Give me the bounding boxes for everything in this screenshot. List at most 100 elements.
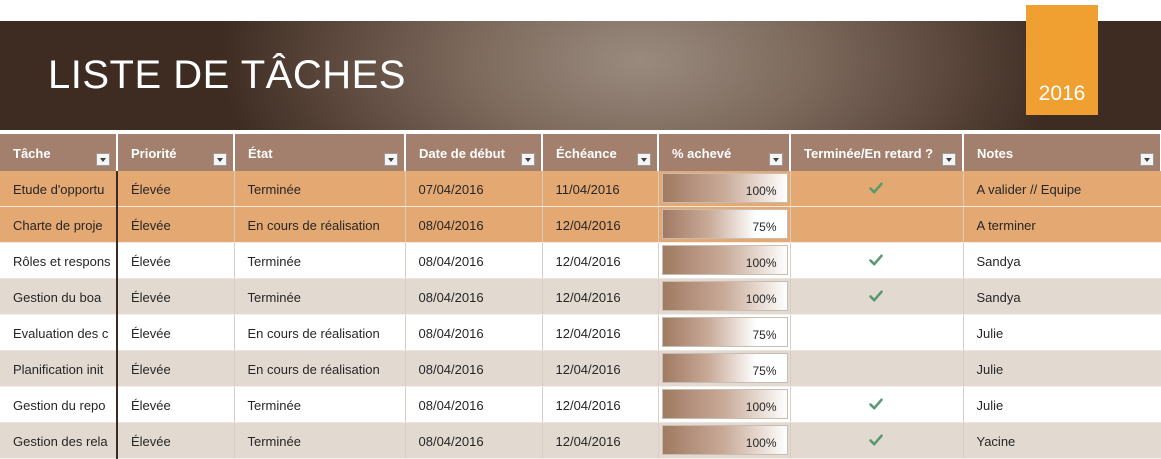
cell-notes[interactable]: Julie	[963, 386, 1161, 423]
filter-dropdown-icon[interactable]	[769, 153, 783, 166]
checkmark-icon	[868, 396, 884, 412]
task-table: Tâche Priorité État Date de début Échéan…	[0, 134, 1161, 459]
progress-bar: 100%	[661, 281, 788, 311]
cell-start-date[interactable]: 08/04/2016	[405, 386, 543, 423]
cell-percent-complete[interactable]: 75%	[658, 314, 791, 351]
progress-fill	[662, 318, 756, 346]
cell-due-date[interactable]: 12/04/2016	[542, 314, 659, 351]
table-row: Charte de proje Élevée En cours de réalisa…	[0, 206, 1161, 243]
filter-dropdown-icon[interactable]	[1140, 153, 1154, 166]
cell-task[interactable]: Charte de proje	[0, 206, 118, 243]
cell-notes[interactable]: Yacine	[963, 422, 1161, 459]
filter-dropdown-icon[interactable]	[213, 153, 227, 166]
progress-bar: 100%	[661, 425, 788, 455]
progress-bar: 75%	[661, 317, 788, 347]
header-percent-complete: % achevé	[658, 134, 791, 171]
checkmark-icon	[868, 180, 884, 196]
progress-bar: 75%	[661, 209, 788, 239]
cell-percent-complete[interactable]: 100%	[658, 422, 791, 459]
cell-percent-complete[interactable]: 100%	[658, 386, 791, 423]
table-row: Gestion du boa Élevée Terminée 08/04/2016 12…	[0, 278, 1161, 315]
year-badge: 2016	[1026, 5, 1098, 115]
cell-task[interactable]: Gestion du repo	[0, 386, 118, 423]
cell-status[interactable]: Terminée	[234, 171, 406, 207]
cell-priority[interactable]: Élevée	[117, 206, 235, 243]
cell-done-late[interactable]	[790, 206, 964, 243]
header-due-date: Échéance	[542, 134, 659, 171]
cell-done-late[interactable]	[790, 350, 964, 387]
filter-dropdown-icon[interactable]	[521, 153, 535, 166]
filter-dropdown-icon[interactable]	[942, 153, 956, 166]
cell-priority[interactable]: Élevée	[117, 171, 235, 207]
cell-start-date[interactable]: 08/04/2016	[405, 206, 543, 243]
cell-done-late[interactable]	[790, 278, 964, 315]
cell-start-date[interactable]: 07/04/2016	[405, 171, 543, 207]
cell-start-date[interactable]: 08/04/2016	[405, 242, 543, 279]
cell-due-date[interactable]: 11/04/2016	[542, 171, 659, 207]
table-row: Etude d'opportu Élevée Terminée 07/04/2016 1…	[0, 171, 1161, 207]
cell-task[interactable]: Evaluation des c	[0, 314, 118, 351]
table-row: Rôles et respons Élevée Terminée 08/04/2016…	[0, 242, 1161, 279]
cell-start-date[interactable]: 08/04/2016	[405, 278, 543, 315]
header-notes: Notes	[963, 134, 1161, 171]
cell-notes[interactable]: Julie	[963, 314, 1161, 351]
cell-priority[interactable]: Élevée	[117, 422, 235, 459]
cell-notes[interactable]: Sandya	[963, 242, 1161, 279]
cell-priority[interactable]: Élevée	[117, 314, 235, 351]
cell-done-late[interactable]	[790, 242, 964, 279]
progress-fill	[662, 210, 756, 238]
cell-due-date[interactable]: 12/04/2016	[542, 350, 659, 387]
cell-task[interactable]: Planification init	[0, 350, 118, 387]
cell-done-late[interactable]	[790, 171, 964, 207]
cell-percent-complete[interactable]: 100%	[658, 171, 791, 207]
cell-task[interactable]: Gestion du boa	[0, 278, 118, 315]
cell-notes[interactable]: A valider // Equipe	[963, 171, 1161, 207]
cell-due-date[interactable]: 12/04/2016	[542, 206, 659, 243]
cell-priority[interactable]: Élevée	[117, 242, 235, 279]
cell-notes[interactable]: Julie	[963, 350, 1161, 387]
cell-priority[interactable]: Élevée	[117, 350, 235, 387]
header-start-date: Date de début	[405, 134, 543, 171]
table-row: Evaluation des c Élevée En cours de réalis…	[0, 314, 1161, 351]
filter-dropdown-icon[interactable]	[384, 153, 398, 166]
top-margin	[0, 0, 1161, 21]
cell-status[interactable]: Terminée	[234, 386, 406, 423]
cell-task[interactable]: Gestion des rela	[0, 422, 118, 459]
progress-bar: 100%	[661, 173, 788, 203]
cell-start-date[interactable]: 08/04/2016	[405, 350, 543, 387]
cell-percent-complete[interactable]: 75%	[658, 206, 791, 243]
table-header-row: Tâche Priorité État Date de début Échéan…	[0, 134, 1161, 171]
filter-dropdown-icon[interactable]	[637, 153, 651, 166]
cell-done-late[interactable]	[790, 422, 964, 459]
cell-task[interactable]: Etude d'opportu	[0, 171, 118, 207]
header-done-late: Terminée/En retard ?	[790, 134, 964, 171]
filter-dropdown-icon[interactable]	[96, 153, 110, 166]
cell-percent-complete[interactable]: 100%	[658, 242, 791, 279]
page-title: LISTE DE TÂCHES	[48, 53, 406, 97]
cell-percent-complete[interactable]: 75%	[658, 350, 791, 387]
cell-status[interactable]: Terminée	[234, 278, 406, 315]
progress-fill	[662, 354, 756, 382]
progress-bar: 100%	[661, 245, 788, 275]
cell-status[interactable]: En cours de réalisation	[234, 314, 406, 351]
cell-status[interactable]: Terminée	[234, 422, 406, 459]
cell-done-late[interactable]	[790, 386, 964, 423]
cell-due-date[interactable]: 12/04/2016	[542, 386, 659, 423]
cell-status[interactable]: Terminée	[234, 242, 406, 279]
cell-status[interactable]: En cours de réalisation	[234, 206, 406, 243]
cell-notes[interactable]: Sandya	[963, 278, 1161, 315]
cell-start-date[interactable]: 08/04/2016	[405, 422, 543, 459]
cell-due-date[interactable]: 12/04/2016	[542, 278, 659, 315]
cell-due-date[interactable]: 12/04/2016	[542, 422, 659, 459]
cell-status[interactable]: En cours de réalisation	[234, 350, 406, 387]
cell-start-date[interactable]: 08/04/2016	[405, 314, 543, 351]
cell-priority[interactable]: Élevée	[117, 386, 235, 423]
cell-percent-complete[interactable]: 100%	[658, 278, 791, 315]
cell-done-late[interactable]	[790, 314, 964, 351]
cell-task[interactable]: Rôles et respons	[0, 242, 118, 279]
table-row: Gestion des rela Élevée Terminée 08/04/2016…	[0, 422, 1161, 459]
cell-notes[interactable]: A terminer	[963, 206, 1161, 243]
checkmark-icon	[868, 288, 884, 304]
cell-priority[interactable]: Élevée	[117, 278, 235, 315]
cell-due-date[interactable]: 12/04/2016	[542, 242, 659, 279]
